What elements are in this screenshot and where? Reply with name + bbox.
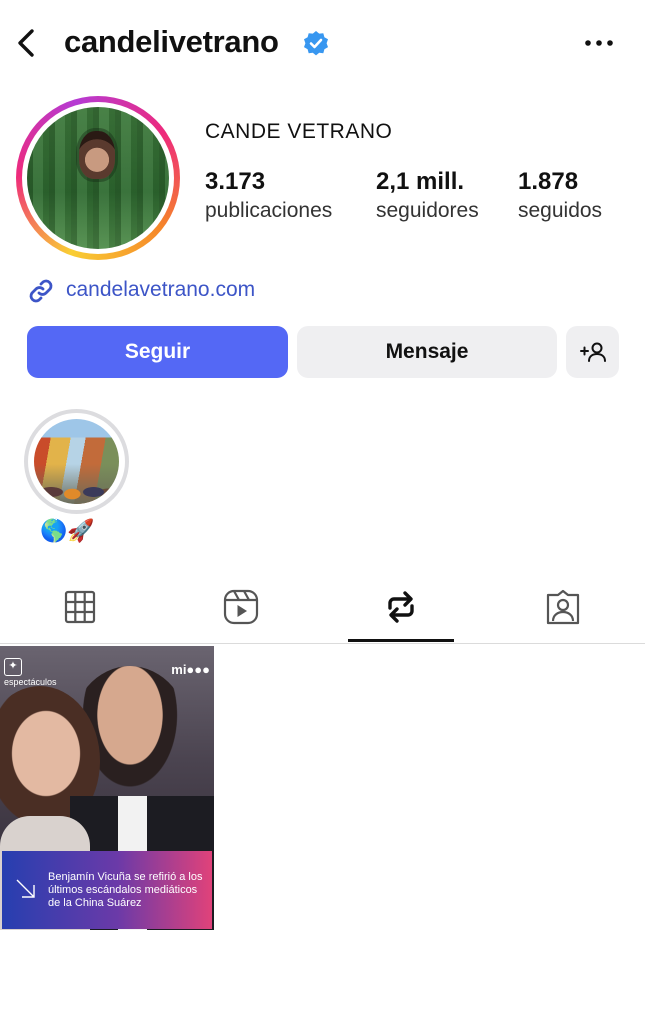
story-highlight[interactable] <box>24 409 129 514</box>
active-tab-indicator <box>348 639 454 642</box>
stat-followers-count: 2,1 mill. <box>376 168 465 195</box>
post-thumbnail[interactable]: ✦ espectáculos mi●●● Benjamín Vicuña se … <box>0 646 214 930</box>
link-icon <box>29 279 53 303</box>
stat-posts-label: publicaciones <box>205 199 333 222</box>
sparkle-icon: ✦ <box>4 658 22 676</box>
stat-followers[interactable]: 2,1 mill. seguidores <box>376 168 479 223</box>
post-section-badge: ✦ espectáculos <box>4 658 57 687</box>
post-caption-banner: Benjamín Vicuña se refirió a los últimos… <box>2 851 212 929</box>
follow-button[interactable]: Seguir <box>27 326 288 378</box>
post-caption-text: Benjamín Vicuña se refirió a los últimos… <box>48 871 203 910</box>
tab-reels-icon[interactable] <box>222 588 260 626</box>
profile-full-name: CANDE VETRANO <box>205 120 393 143</box>
stat-posts[interactable]: 3.173 publicaciones <box>205 168 332 223</box>
highlight-cover <box>34 419 119 504</box>
avatar-photo <box>27 107 169 249</box>
message-button[interactable]: Mensaje <box>297 326 557 378</box>
profile-website-link[interactable]: candelavetrano.com <box>66 278 255 302</box>
profile-username: candelivetrano <box>64 24 279 59</box>
verified-badge-icon <box>304 31 328 56</box>
tab-grid-icon[interactable] <box>61 588 99 626</box>
stat-following-label: seguidos <box>518 199 603 222</box>
story-highlight-label: 🌎🚀 <box>40 518 95 543</box>
back-icon[interactable] <box>10 26 44 60</box>
more-options-icon[interactable] <box>582 36 616 50</box>
post-brand-logo: mi●●● <box>171 662 210 677</box>
stat-followers-label: seguidores <box>376 199 479 222</box>
arrow-down-right-icon <box>16 879 35 898</box>
stat-posts-count: 3.173 <box>205 168 266 195</box>
stat-following-count: 1.878 <box>518 168 579 195</box>
tabs-divider <box>0 643 645 644</box>
tab-tagged-icon[interactable] <box>544 588 582 626</box>
suggest-people-button[interactable] <box>566 326 619 378</box>
tab-reposts-icon[interactable] <box>382 588 420 626</box>
profile-avatar[interactable] <box>16 96 180 260</box>
add-person-icon <box>579 342 606 362</box>
stat-following[interactable]: 1.878 seguidos <box>518 168 602 223</box>
